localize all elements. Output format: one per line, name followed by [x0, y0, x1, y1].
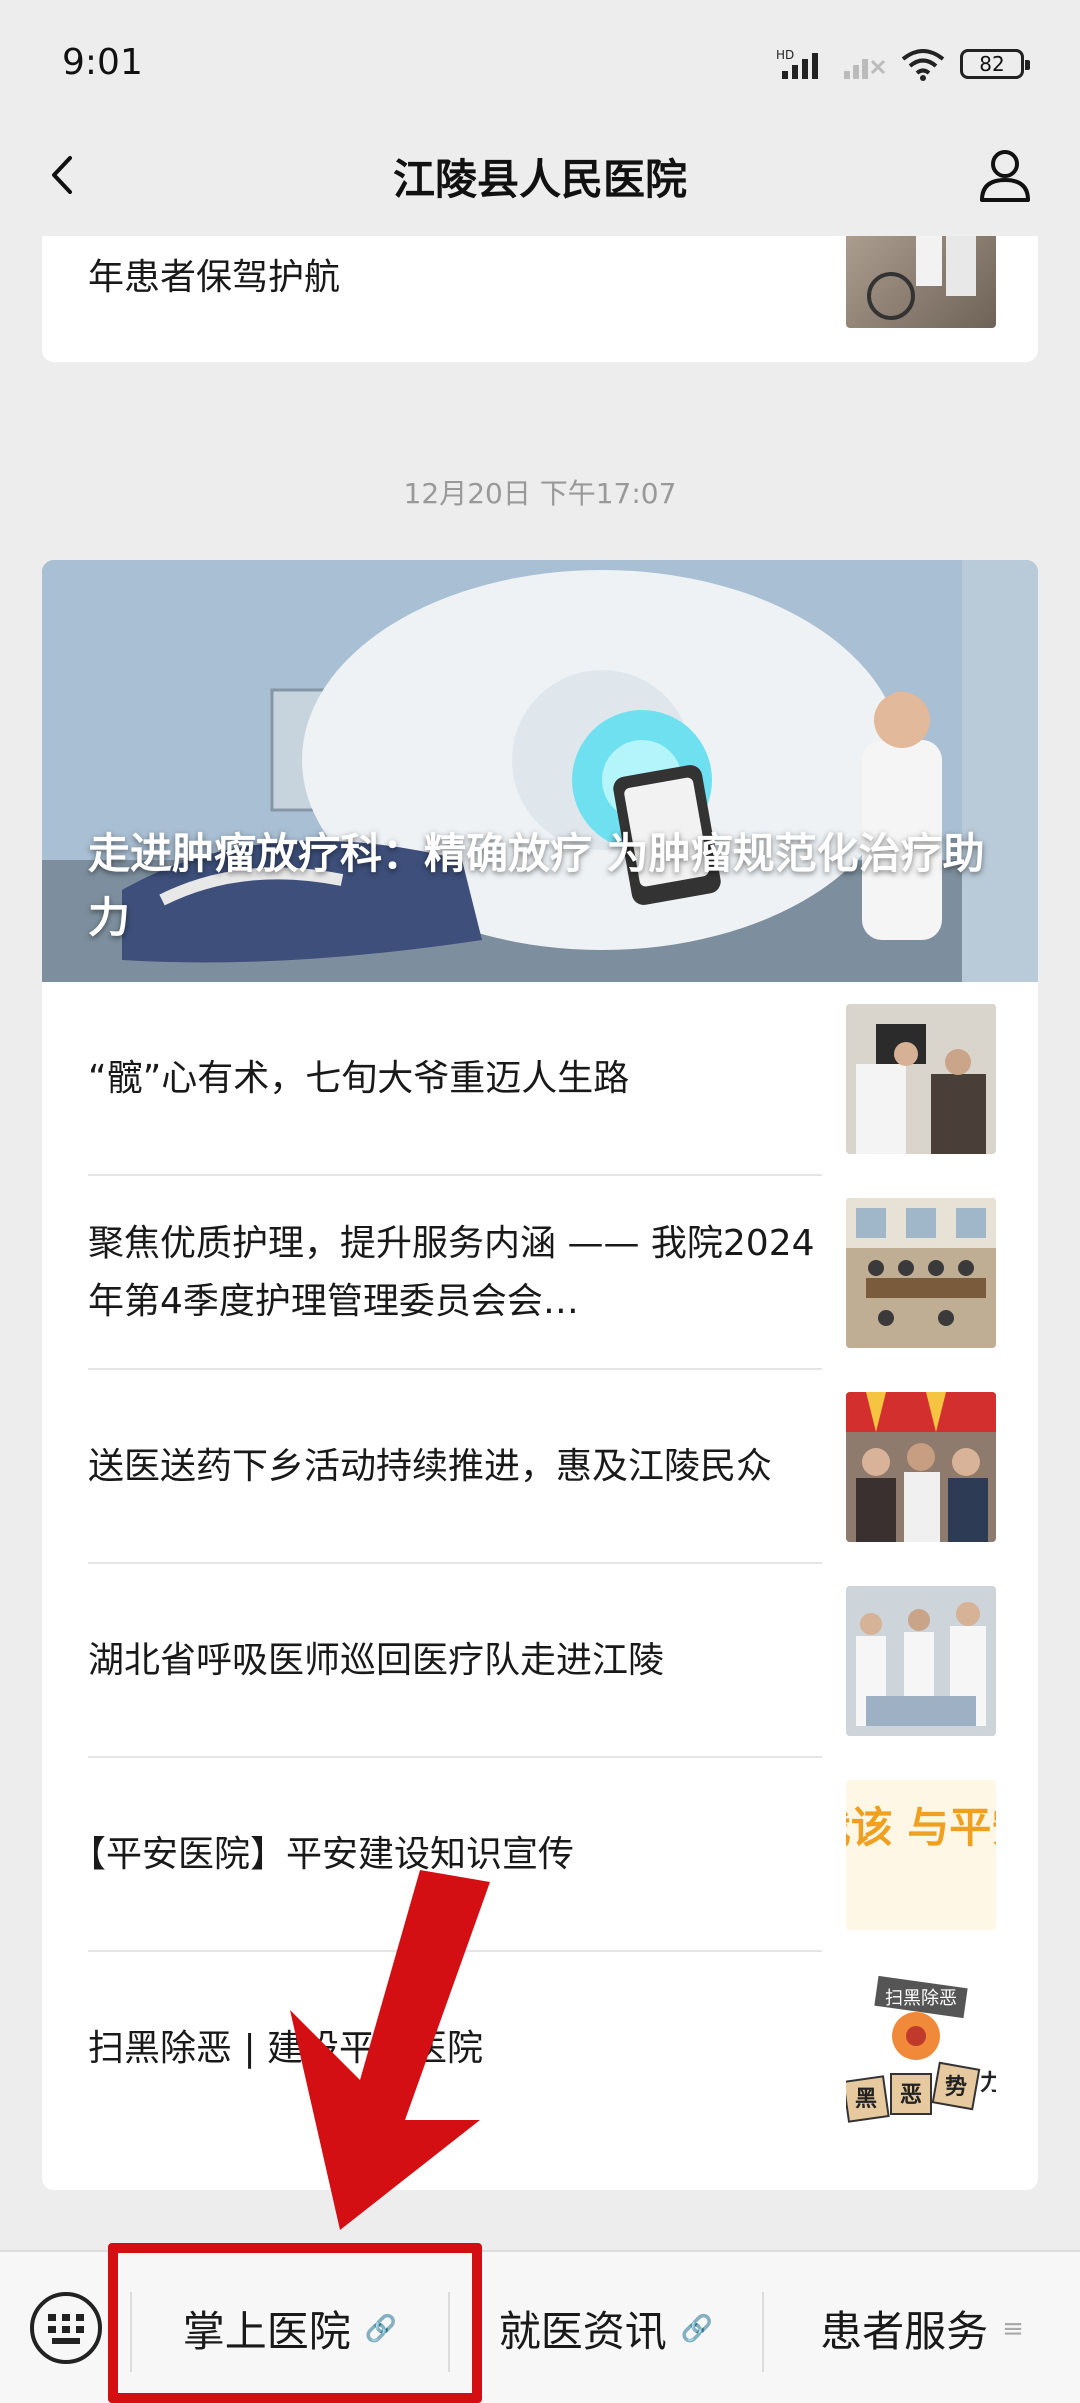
list-item[interactable]: 聚焦优质护理，提升服务内涵 —— 我院2024年第4季度护理管理委员会会…	[42, 1176, 1038, 1370]
article-title: 湖北省呼吸医师巡回医疗队走进江陵	[88, 1640, 665, 1681]
article-thumbnail	[846, 236, 996, 328]
svg-text:HD: HD	[776, 48, 794, 62]
article-title: “髋”心有术，七旬大爷重迈人生路	[88, 1058, 630, 1099]
profile-button[interactable]	[970, 140, 1040, 210]
menu-item-label: 就医资讯	[498, 2307, 667, 2356]
list-item[interactable]: 送医送药下乡活动持续推进，惠及江陵民众	[42, 1370, 1038, 1564]
person-icon	[980, 150, 1030, 202]
article-title: 送医送药下乡活动持续推进，惠及江陵民众	[88, 1446, 773, 1487]
keyboard-icon	[30, 2292, 102, 2364]
thumb-word: 恶	[900, 2083, 922, 2108]
article-title: 年患者保驾护航	[88, 257, 341, 298]
article-thumbnail: 你我该 与平安建	[846, 1780, 996, 1930]
article-thumbnail	[846, 1198, 996, 1348]
nav-bar: 江陵县人民医院	[0, 118, 1080, 236]
thumb-text: 你我该 与平安建	[846, 1803, 996, 1852]
red-arrow-annotation	[290, 1870, 490, 2230]
hero-article[interactable]: 走进肿瘤放疗科：精确放疗 为肿瘤规范化治疗助力	[42, 560, 1038, 982]
article-title: 聚焦优质护理，提升服务内涵 —— 我院2024年第4季度护理管理委员会会…	[88, 1223, 815, 1322]
hero-title: 走进肿瘤放疗科：精确放疗 为肿瘤规范化治疗助力	[88, 829, 985, 942]
wifi-icon	[901, 49, 945, 81]
battery-icon: 82	[960, 49, 1030, 79]
article-thumbnail	[846, 1392, 996, 1542]
menu-lines-icon: ≡	[1002, 2313, 1024, 2344]
thumb-word: 势	[945, 2074, 967, 2100]
link-icon: 🔗	[680, 2313, 714, 2344]
article-thumbnail: 扫黑除恶 黑 恶 势 力	[846, 1974, 996, 2124]
keyboard-toggle-button[interactable]	[28, 2290, 104, 2366]
menu-item-patient-service[interactable]: 患者服务 ≡	[764, 2252, 1080, 2403]
list-item[interactable]: “髋”心有术，七旬大爷重迈人生路	[42, 982, 1038, 1176]
message-timestamp: 12月20日 下午17:07	[403, 477, 677, 510]
status-icons: HD 82	[776, 44, 1030, 84]
article-thumbnail	[846, 1004, 996, 1154]
page-title: 江陵县人民医院	[392, 155, 687, 204]
list-item[interactable]: 湖北省呼吸医师巡回医疗队走进江陵	[42, 1564, 1038, 1758]
menu-item-medical-info[interactable]: 就医资讯 🔗	[450, 2252, 762, 2403]
status-time: 9:01	[62, 42, 143, 83]
hd-signal-icon: HD	[776, 48, 818, 79]
article-card-partial[interactable]: 年患者保驾护航	[42, 236, 1038, 362]
menu-item-label: 患者服务	[820, 2307, 989, 2356]
thumb-sign-text: 扫黑除恶	[885, 1988, 957, 2009]
thumb-word: 力	[980, 2071, 996, 2096]
no-signal-icon	[844, 59, 886, 79]
highlight-annotation-box	[108, 2243, 482, 2403]
status-bar: 9:01 HD 82	[0, 0, 1080, 128]
thumb-word: 黑	[855, 2087, 877, 2112]
article-thumbnail	[846, 1586, 996, 1736]
